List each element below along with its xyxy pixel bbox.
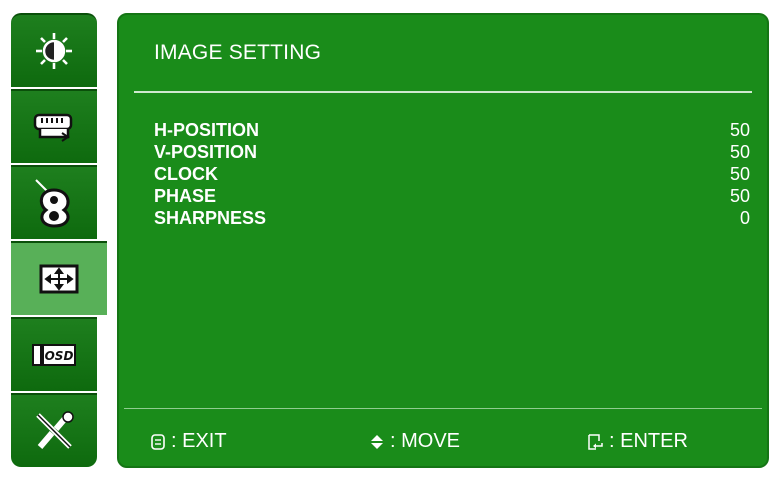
image-setting-icon <box>39 264 79 294</box>
move-hint: : MOVE <box>370 430 460 453</box>
tools-icon <box>36 411 74 449</box>
settings-list: H-POSITION 50 V-POSITION 50 CLOCK 50 PHA… <box>154 119 750 229</box>
setting-label: PHASE <box>154 186 217 206</box>
setting-label: V-POSITION <box>154 142 258 162</box>
tab-tools[interactable] <box>11 393 97 467</box>
setting-row-v-position[interactable]: V-POSITION 50 <box>154 141 750 163</box>
setting-label: SHARPNESS <box>154 208 267 228</box>
footer-divider <box>124 408 762 409</box>
setting-value: 50 <box>729 164 750 184</box>
tab-input[interactable] <box>11 89 97 163</box>
enter-icon <box>588 433 603 450</box>
setting-value: 50 <box>729 186 750 206</box>
exit-label: : EXIT <box>171 430 227 452</box>
footer-hints: : EXIT : MOVE : ENTER <box>119 430 767 460</box>
up-down-arrow-icon <box>371 434 383 449</box>
panel-title: IMAGE SETTING <box>154 41 322 64</box>
enter-label: : ENTER <box>609 430 688 452</box>
setting-row-phase[interactable]: PHASE 50 <box>154 185 750 207</box>
setting-value: 50 <box>729 120 750 140</box>
exit-hint: : EXIT <box>151 430 227 453</box>
tab-image-setting[interactable] <box>11 241 107 315</box>
move-label: : MOVE <box>390 430 461 452</box>
image-setting-panel: IMAGE SETTING H-POSITION 50 V-POSITION 5… <box>117 13 769 468</box>
color-icon <box>35 179 70 228</box>
setting-row-clock[interactable]: CLOCK 50 <box>154 163 750 185</box>
tab-osd[interactable]: OSD <box>11 317 97 391</box>
setting-value: 50 <box>729 142 750 162</box>
setting-row-h-position[interactable]: H-POSITION 50 <box>154 119 750 141</box>
title-divider <box>134 91 752 93</box>
svg-text:OSD: OSD <box>45 349 74 363</box>
setting-value: 0 <box>739 208 750 228</box>
menu-button-icon <box>151 433 165 450</box>
osd-settings-icon: OSD <box>32 344 76 366</box>
tab-color[interactable] <box>11 165 97 239</box>
setting-label: CLOCK <box>154 164 218 184</box>
setting-row-sharpness[interactable]: SHARPNESS 0 <box>154 207 750 229</box>
tab-brightness[interactable] <box>11 13 97 87</box>
input-source-icon <box>33 113 73 142</box>
enter-hint: : ENTER <box>587 430 688 453</box>
brightness-icon <box>36 33 72 69</box>
sidebar: OSD <box>11 13 107 468</box>
setting-label: H-POSITION <box>154 120 260 140</box>
